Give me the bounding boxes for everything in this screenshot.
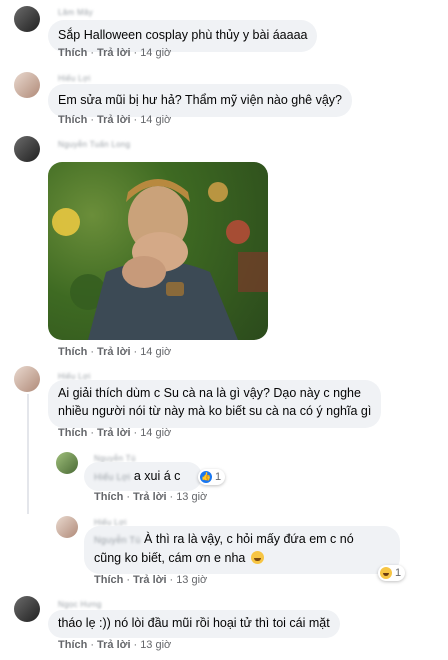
haha-icon [380, 567, 392, 579]
comment-text: tháo lẹ :)) nó lòi đầu mũi rồi hoại tử t… [58, 616, 330, 630]
reply-link[interactable]: Trả lời [133, 574, 167, 586]
comment-text: Sắp Halloween cosplay phù thủy y bài áaa… [58, 28, 308, 42]
gif-illustration [52, 179, 268, 340]
like-link[interactable]: Thích [94, 491, 123, 503]
reaction-count: 1 [215, 471, 222, 483]
comment-actions: Thích · Trả lời · 13 giờ [94, 491, 208, 503]
comment-actions: Thích · Trả lời · 13 giờ [58, 639, 172, 651]
like-link[interactable]: Thích [58, 114, 87, 126]
thread-line [27, 394, 29, 514]
comment-bubble: tháo lẹ :)) nó lòi đầu mũi rồi hoại tử t… [48, 610, 340, 638]
comment-text: Em sửa mũi bị hư hả? Thẩm mỹ viện nào gh… [58, 93, 343, 107]
avatar[interactable] [56, 452, 78, 474]
comment-bubble: Ai giải thích dùm c Su cà na là gì vậy? … [48, 380, 382, 428]
comment-actions: Thích · Trả lời · 14 giờ [58, 47, 172, 59]
avatar[interactable] [56, 516, 78, 538]
comment-bubble: Em sửa mũi bị hư hả? Thẩm mỹ viện nào gh… [48, 84, 353, 117]
reply-link[interactable]: Trả lời [97, 47, 131, 59]
like-link[interactable]: Thích [58, 346, 87, 358]
commenter-name[interactable]: Lâm Mây [58, 8, 93, 17]
like-link[interactable]: Thích [58, 639, 87, 651]
timestamp[interactable]: 13 giờ [176, 491, 207, 503]
like-link[interactable]: Thích [58, 427, 87, 439]
reaction-badge[interactable]: 👍 1 [198, 469, 226, 485]
comment-text: a xui á c [133, 469, 181, 483]
comment-text: cũng ko biết, cám ơn e nha [94, 551, 246, 565]
smile-emoji-icon [250, 551, 264, 564]
avatar[interactable] [14, 596, 40, 622]
commenter-name[interactable]: Hiếu Lợi [58, 74, 91, 83]
timestamp[interactable]: 13 giờ [140, 639, 171, 651]
reply-link[interactable]: Trả lời [97, 639, 131, 651]
avatar[interactable] [14, 72, 40, 98]
like-icon: 👍 [200, 471, 212, 483]
like-link[interactable]: Thích [58, 47, 87, 59]
avatar[interactable] [14, 136, 40, 162]
comment-actions: Thích · Trả lời · 14 giờ [58, 427, 172, 439]
timestamp[interactable]: 14 giờ [140, 346, 171, 358]
mention-tag[interactable]: Nguyễn Tú [94, 535, 141, 545]
commenter-name[interactable]: Ngọc Hưng [58, 600, 102, 609]
comment-text-line: Ai giải thích dùm c Su cà na là gì vậy? … [58, 386, 361, 400]
like-link[interactable]: Thích [94, 574, 123, 586]
comment-bubble: Nguyễn Tú À thì ra là vậy, c hỏi mấy đứa… [84, 526, 400, 574]
laughing-gif[interactable] [48, 162, 268, 340]
reaction-badge[interactable]: 1 [378, 565, 406, 581]
reply-link[interactable]: Trả lời [97, 427, 131, 439]
reply-link[interactable]: Trả lời [133, 491, 167, 503]
comment-actions: Thích · Trả lời · 14 giờ [58, 346, 172, 358]
avatar[interactable] [14, 366, 40, 392]
reply-link[interactable]: Trả lời [97, 114, 131, 126]
timestamp[interactable]: 14 giờ [140, 427, 171, 439]
comment-text: À thì ra là vậy, c hỏi mấy đứa em c nó [144, 532, 354, 546]
comment-actions: Thích · Trả lời · 14 giờ [58, 114, 172, 126]
timestamp[interactable]: 14 giờ [140, 47, 171, 59]
timestamp[interactable]: 14 giờ [140, 114, 171, 126]
comment-actions: Thích · Trả lời · 13 giờ [94, 574, 208, 586]
timestamp[interactable]: 13 giờ [176, 574, 207, 586]
reaction-count: 1 [395, 567, 402, 579]
comment-text-line: nhiều người nói từ này mà ko biết su cà … [58, 404, 372, 418]
comment-bubble: Hiếu Lợi a xui á c [84, 462, 202, 491]
commenter-name[interactable]: Nguyễn Tuấn Long [58, 140, 130, 149]
comment-text-line: Nguyễn Tú À thì ra là vậy, c hỏi mấy đứa… [94, 530, 390, 549]
mention-tag[interactable]: Hiếu Lợi [94, 472, 130, 482]
avatar[interactable] [14, 6, 40, 32]
reply-link[interactable]: Trả lời [97, 346, 131, 358]
comment-text-line: cũng ko biết, cám ơn e nha [94, 549, 390, 567]
